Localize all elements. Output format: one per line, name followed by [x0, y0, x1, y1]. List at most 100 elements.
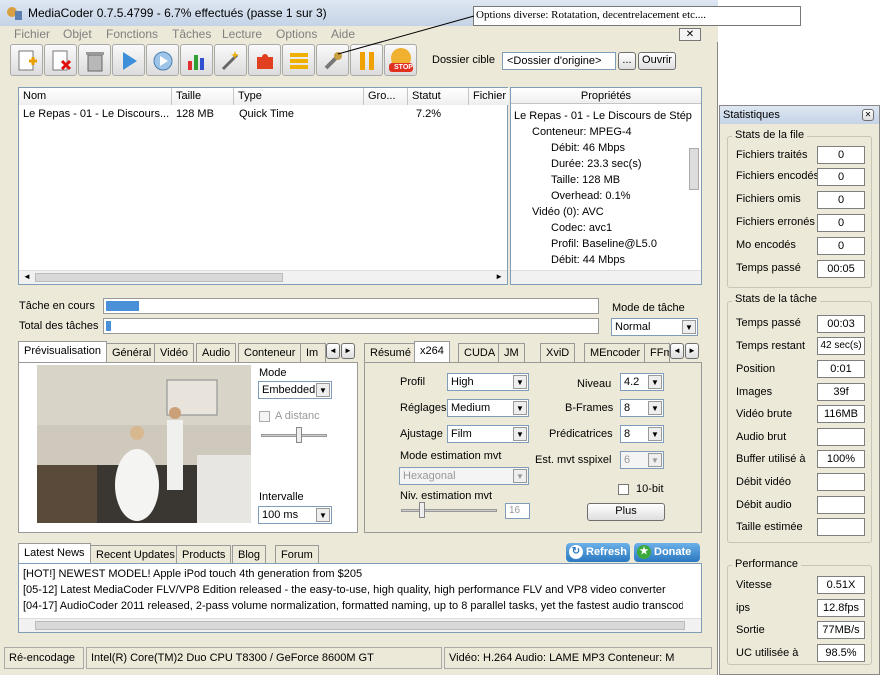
col-header-name[interactable]: Nom: [19, 88, 172, 105]
news-item[interactable]: [04-17] AudioCoder 2011 released, 2-pass…: [23, 600, 683, 612]
mode-value: Embedded: [262, 384, 316, 396]
interval-select[interactable]: 100 ms ▼: [258, 506, 332, 524]
col-header-file[interactable]: Fichier: [469, 88, 509, 105]
file-list-hscrollbar[interactable]: ◄ ►: [19, 270, 507, 284]
scroll-left-icon[interactable]: ◄: [23, 272, 31, 281]
dest-folder-field[interactable]: <Dossier d'origine>: [502, 52, 616, 70]
tab-general[interactable]: Général: [106, 343, 158, 363]
tab-ffmpeg[interactable]: FFm: [644, 343, 670, 363]
news-item[interactable]: [05-12] Latest MediaCoder FLV/VP8 Editio…: [23, 584, 666, 596]
volume-slider-handle[interactable]: [296, 427, 302, 443]
chevron-down-icon: ▼: [682, 320, 696, 334]
puzzle-icon: [257, 54, 273, 69]
tab-preview[interactable]: Prévisualisation: [18, 341, 108, 363]
tabs-scroll-left-icon[interactable]: ◄: [670, 343, 684, 359]
tune-select[interactable]: Film ▼: [447, 425, 529, 443]
merange-slider-track[interactable]: [401, 509, 497, 512]
bframes-select[interactable]: 8 ▼: [620, 399, 664, 417]
remove-file-button[interactable]: [44, 44, 77, 76]
tab-image[interactable]: Im: [300, 343, 326, 363]
properties-hscrollbar[interactable]: [511, 270, 701, 284]
row-status: 7.2%: [416, 108, 442, 120]
scroll-right-icon[interactable]: ►: [495, 272, 503, 281]
refs-select[interactable]: 8 ▼: [620, 425, 664, 443]
trash-button[interactable]: [78, 44, 111, 76]
menu-lecture[interactable]: Lecture: [222, 27, 262, 41]
mode-select[interactable]: Embedded ▼: [258, 381, 332, 399]
wizard-button[interactable]: [214, 44, 247, 76]
profile-select[interactable]: High ▼: [447, 373, 529, 391]
tab-container[interactable]: Conteneur: [238, 343, 302, 363]
me-select[interactable]: Hexagonal ▼: [399, 467, 529, 485]
tab-video[interactable]: Vidéo: [154, 343, 194, 363]
merange-value[interactable]: 16: [505, 503, 530, 519]
menu-taches[interactable]: Tâches: [172, 27, 211, 41]
total-tasks-label: Total des tâches: [19, 320, 99, 332]
tab-mencoder[interactable]: MEncoder: [584, 343, 647, 363]
menu-fonctions[interactable]: Fonctions: [106, 27, 158, 41]
col-header-type[interactable]: Type: [234, 88, 364, 105]
tab-cuda[interactable]: CUDA: [458, 343, 502, 363]
preset-select[interactable]: Medium ▼: [447, 399, 529, 417]
tab-summary[interactable]: Résumé: [364, 343, 417, 363]
open-button[interactable]: Ouvrir: [638, 52, 676, 70]
subme-select[interactable]: 6 ▼: [620, 451, 664, 469]
menu-objet[interactable]: Objet: [63, 27, 92, 41]
stat-value: 0: [817, 214, 865, 232]
tab-recent-updates[interactable]: Recent Updates: [90, 545, 181, 565]
remote-checkbox[interactable]: [259, 411, 270, 422]
col-header-group[interactable]: Gro...: [364, 88, 408, 105]
statistics-titlebar: Statistiques ✕: [720, 106, 879, 124]
stat-label: Fichiers erronés: [736, 216, 815, 228]
options-tooltip: Options diverse: Rotatation, decentrelac…: [473, 6, 801, 26]
menu-fichier[interactable]: Fichier: [14, 27, 50, 41]
tab-jm[interactable]: JM: [498, 343, 525, 363]
x264-tab-body: Profil High ▼ Réglages Medium ▼ Ajustage F…: [364, 362, 702, 533]
tab-blog[interactable]: Blog: [232, 545, 267, 565]
properties-vscrollbar[interactable]: [689, 148, 699, 190]
tabs-scroll-right-icon[interactable]: ►: [341, 343, 355, 359]
col-header-status[interactable]: Statut: [408, 88, 469, 105]
col-header-size[interactable]: Taille: [172, 88, 234, 105]
volume-slider-track[interactable]: [261, 434, 327, 437]
plugins-button[interactable]: [248, 44, 281, 76]
tab-products[interactable]: Products: [176, 545, 232, 565]
tab-forum[interactable]: Forum: [275, 545, 319, 565]
merange-slider-handle[interactable]: [419, 502, 425, 518]
close-icon[interactable]: ✕: [862, 109, 874, 121]
scroll-thumb[interactable]: [35, 621, 685, 630]
preview-button[interactable]: [146, 44, 179, 76]
table-row[interactable]: Le Repas - 01 - Le Discours... 128 MB Qu…: [19, 106, 507, 123]
add-file-button[interactable]: [10, 44, 43, 76]
scroll-thumb[interactable]: [35, 273, 283, 282]
tab-latest-news[interactable]: Latest News: [18, 543, 91, 565]
news-item[interactable]: [HOT!] NEWEST MODEL! Apple iPod touch 4t…: [23, 568, 362, 580]
menu-options[interactable]: Options: [276, 27, 317, 41]
task-mode-select[interactable]: Normal ▼: [611, 318, 698, 336]
browse-button[interactable]: ...: [618, 52, 636, 70]
stat-value: [817, 518, 865, 536]
row-size: 128 MB: [176, 108, 214, 120]
prop-line: Débit: 44 Mbps: [551, 254, 625, 266]
file-list[interactable]: Nom Taille Type Gro... Statut Fichier Le…: [18, 87, 509, 285]
current-task-label: Tâche en cours: [19, 300, 95, 312]
donate-button[interactable]: ★ Donate: [634, 543, 700, 562]
play-button[interactable]: [112, 44, 145, 76]
tabs-scroll-right-icon[interactable]: ►: [685, 343, 699, 359]
tabs-scroll-left-icon[interactable]: ◄: [326, 343, 340, 359]
total-tasks-progress-fill: [106, 321, 111, 331]
queue-button[interactable]: [282, 44, 315, 76]
refresh-button[interactable]: ↻ Refresh: [566, 543, 630, 562]
interval-label: Intervalle: [259, 491, 304, 503]
stat-label: Débit vidéo: [736, 476, 792, 488]
tab-x264[interactable]: x264: [414, 341, 450, 363]
level-select[interactable]: 4.2 ▼: [620, 373, 664, 391]
tenbit-checkbox[interactable]: [618, 484, 629, 495]
close-icon[interactable]: ✕: [679, 28, 701, 41]
more-button[interactable]: Plus: [587, 503, 665, 521]
stats-button[interactable]: [180, 44, 213, 76]
tab-audio[interactable]: Audio: [196, 343, 237, 363]
news-hscrollbar[interactable]: [19, 618, 701, 632]
stat-label: Images: [736, 386, 773, 398]
tab-xvid[interactable]: XviD: [540, 343, 576, 363]
